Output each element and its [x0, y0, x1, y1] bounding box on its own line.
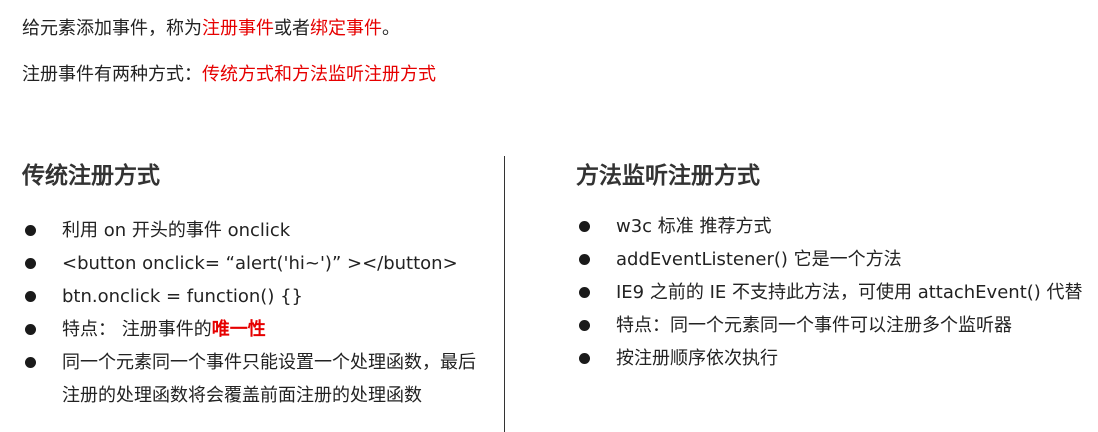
list-item: addEventListener() 它是一个方法	[576, 243, 1086, 276]
bullet-icon	[25, 291, 36, 302]
bullet-icon	[579, 287, 590, 298]
list-item-text: 同一个元素同一个事件只能设置一个处理函数，最后注册的处理函数将会覆盖前面注册的处…	[62, 352, 476, 406]
bullet-icon	[579, 254, 590, 265]
list-item: <button onclick= “alert('hi~')” ></butto…	[22, 247, 482, 280]
intro-text: 给元素添加事件，称为	[22, 18, 202, 39]
list-item: 特点：同一个元素同一个事件可以注册多个监听器	[576, 309, 1086, 342]
intro-text: 。	[382, 18, 400, 39]
bind-event-term: 绑定事件	[310, 18, 382, 39]
list-item-text: 利用 on 开头的事件 onclick	[62, 220, 291, 241]
intro-text: 注册事件有两种方式：	[22, 64, 202, 85]
bullet-icon	[25, 258, 36, 269]
traditional-list: 利用 on 开头的事件 onclick <button onclick= “al…	[22, 214, 482, 412]
traditional-heading: 传统注册方式	[22, 163, 160, 189]
bullet-icon	[25, 225, 36, 236]
list-item: 利用 on 开头的事件 onclick	[22, 214, 482, 247]
bullet-icon	[579, 353, 590, 364]
bullet-icon	[579, 320, 590, 331]
list-item-text: addEventListener() 它是一个方法	[616, 249, 902, 270]
list-item-text: <button onclick= “alert('hi~')” ></butto…	[62, 253, 458, 274]
list-item-text: btn.onclick = function() {}	[62, 286, 303, 307]
list-item-text: 特点：同一个元素同一个事件可以注册多个监听器	[616, 315, 1012, 336]
register-event-term: 注册事件	[202, 18, 274, 39]
list-item: 同一个元素同一个事件只能设置一个处理函数，最后注册的处理函数将会覆盖前面注册的处…	[22, 346, 482, 412]
list-item-text: 特点： 注册事件的	[62, 319, 212, 340]
intro-text: 或者	[274, 18, 310, 39]
two-methods-highlight: 传统方式和方法监听注册方式	[202, 64, 436, 85]
list-item: w3c 标准 推荐方式	[576, 210, 1086, 243]
list-item: 按注册顺序依次执行	[576, 342, 1086, 375]
listener-heading: 方法监听注册方式	[576, 163, 760, 189]
bullet-icon	[25, 357, 36, 368]
list-item-text: IE9 之前的 IE 不支持此方法，可使用 attachEvent() 代替	[616, 282, 1083, 303]
bullet-icon	[25, 324, 36, 335]
list-item: 特点： 注册事件的唯一性	[22, 313, 482, 346]
listener-list: w3c 标准 推荐方式 addEventListener() 它是一个方法 IE…	[576, 210, 1086, 375]
intro-line-1: 给元素添加事件，称为注册事件或者绑定事件。	[22, 17, 400, 41]
intro-line-2: 注册事件有两种方式：传统方式和方法监听注册方式	[22, 63, 436, 87]
column-divider	[504, 156, 505, 432]
list-item-text: 按注册顺序依次执行	[616, 348, 778, 369]
uniqueness-highlight: 唯一性	[211, 319, 266, 340]
list-item-text: w3c 标准 推荐方式	[616, 216, 772, 237]
list-item: IE9 之前的 IE 不支持此方法，可使用 attachEvent() 代替	[576, 276, 1086, 309]
list-item: btn.onclick = function() {}	[22, 280, 482, 313]
bullet-icon	[579, 221, 590, 232]
